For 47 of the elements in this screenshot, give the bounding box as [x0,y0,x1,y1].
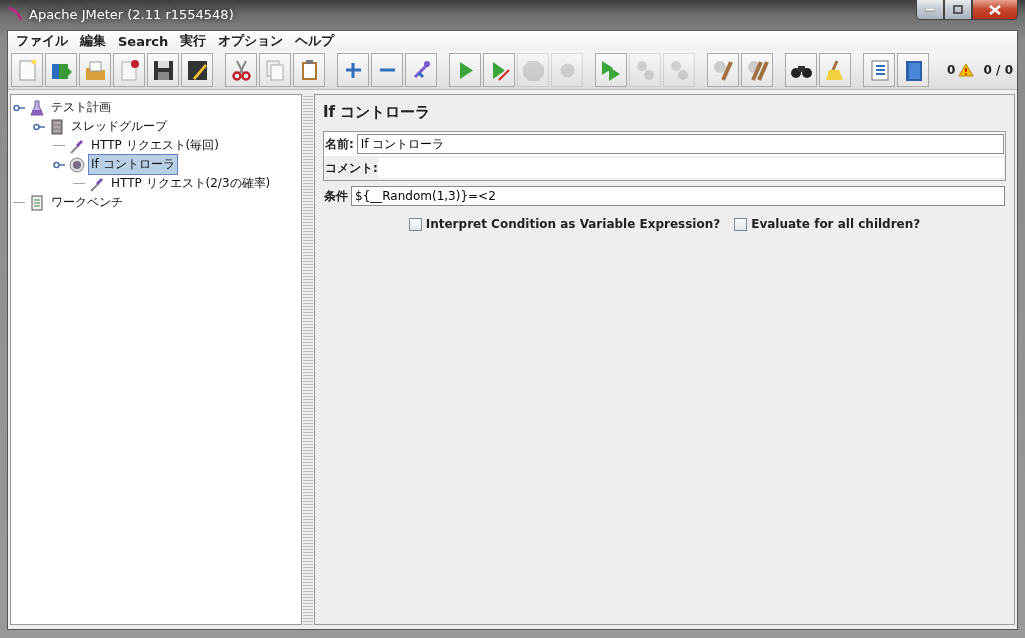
tree-toggle-icon[interactable] [33,121,45,132]
option-label: Evaluate for all children? [751,217,921,231]
tree-toggle-icon[interactable] [13,102,25,113]
menu-item[interactable]: ヘルプ [289,32,341,50]
toolbar-button[interactable] [181,53,213,87]
thread-count: 0 / 0 [983,63,1013,77]
comment-field[interactable] [377,158,1004,178]
window-title: Apache JMeter (2.11 r1554548) [29,7,234,22]
tree-item[interactable]: スレッドグループ [68,116,170,137]
menu-item[interactable]: オプション [212,32,290,50]
condition-label: 条件 [324,187,348,205]
close-icon [989,4,1001,15]
tree-item[interactable]: テスト計画 [48,97,114,118]
threads-icon [49,118,65,135]
collapse-icon [378,67,396,73]
toolbar-button[interactable] [147,53,179,87]
sampler-icon [89,175,105,192]
warning-icon[interactable] [958,63,975,77]
minimize-button[interactable] [916,0,944,20]
menu-item[interactable]: ファイル [10,32,74,50]
menu-item[interactable]: Search [112,33,175,49]
menu-item[interactable]: 編集 [74,32,112,50]
name-field[interactable]: If コントローラ [356,134,1004,154]
minimize-icon [925,7,935,12]
workbench-icon [29,194,45,211]
toolbar-button[interactable] [785,53,817,87]
menu-item[interactable]: 実行 [174,32,213,50]
checkbox[interactable] [408,217,422,231]
condition-field[interactable]: ${__Random(1,3)}=<2 [351,186,1005,206]
sampler-icon [69,137,85,154]
controller-icon [69,156,85,173]
tree-item[interactable]: If コントローラ [88,154,178,175]
close-button[interactable] [972,0,1018,20]
maximize-button[interactable] [944,0,972,20]
comment-label: コメント: [325,159,378,177]
tree-item[interactable]: HTTP リクエスト(2/3の確率) [108,173,274,194]
maximize-icon [953,5,963,14]
tree-toggle-icon[interactable] [53,159,65,170]
warning-count: 0 [947,63,956,77]
panel-title: If コントローラ [323,103,432,122]
checkbox[interactable] [734,217,748,231]
tree-item[interactable]: HTTP リクエスト(毎回) [88,135,222,156]
tree-item[interactable]: ワークベンチ [48,192,126,213]
plan-icon [29,99,45,116]
name-label: 名前: [325,135,354,153]
toolbar-button[interactable] [897,53,929,87]
option-label: Interpret Condition as Variable Expression? [425,217,721,231]
